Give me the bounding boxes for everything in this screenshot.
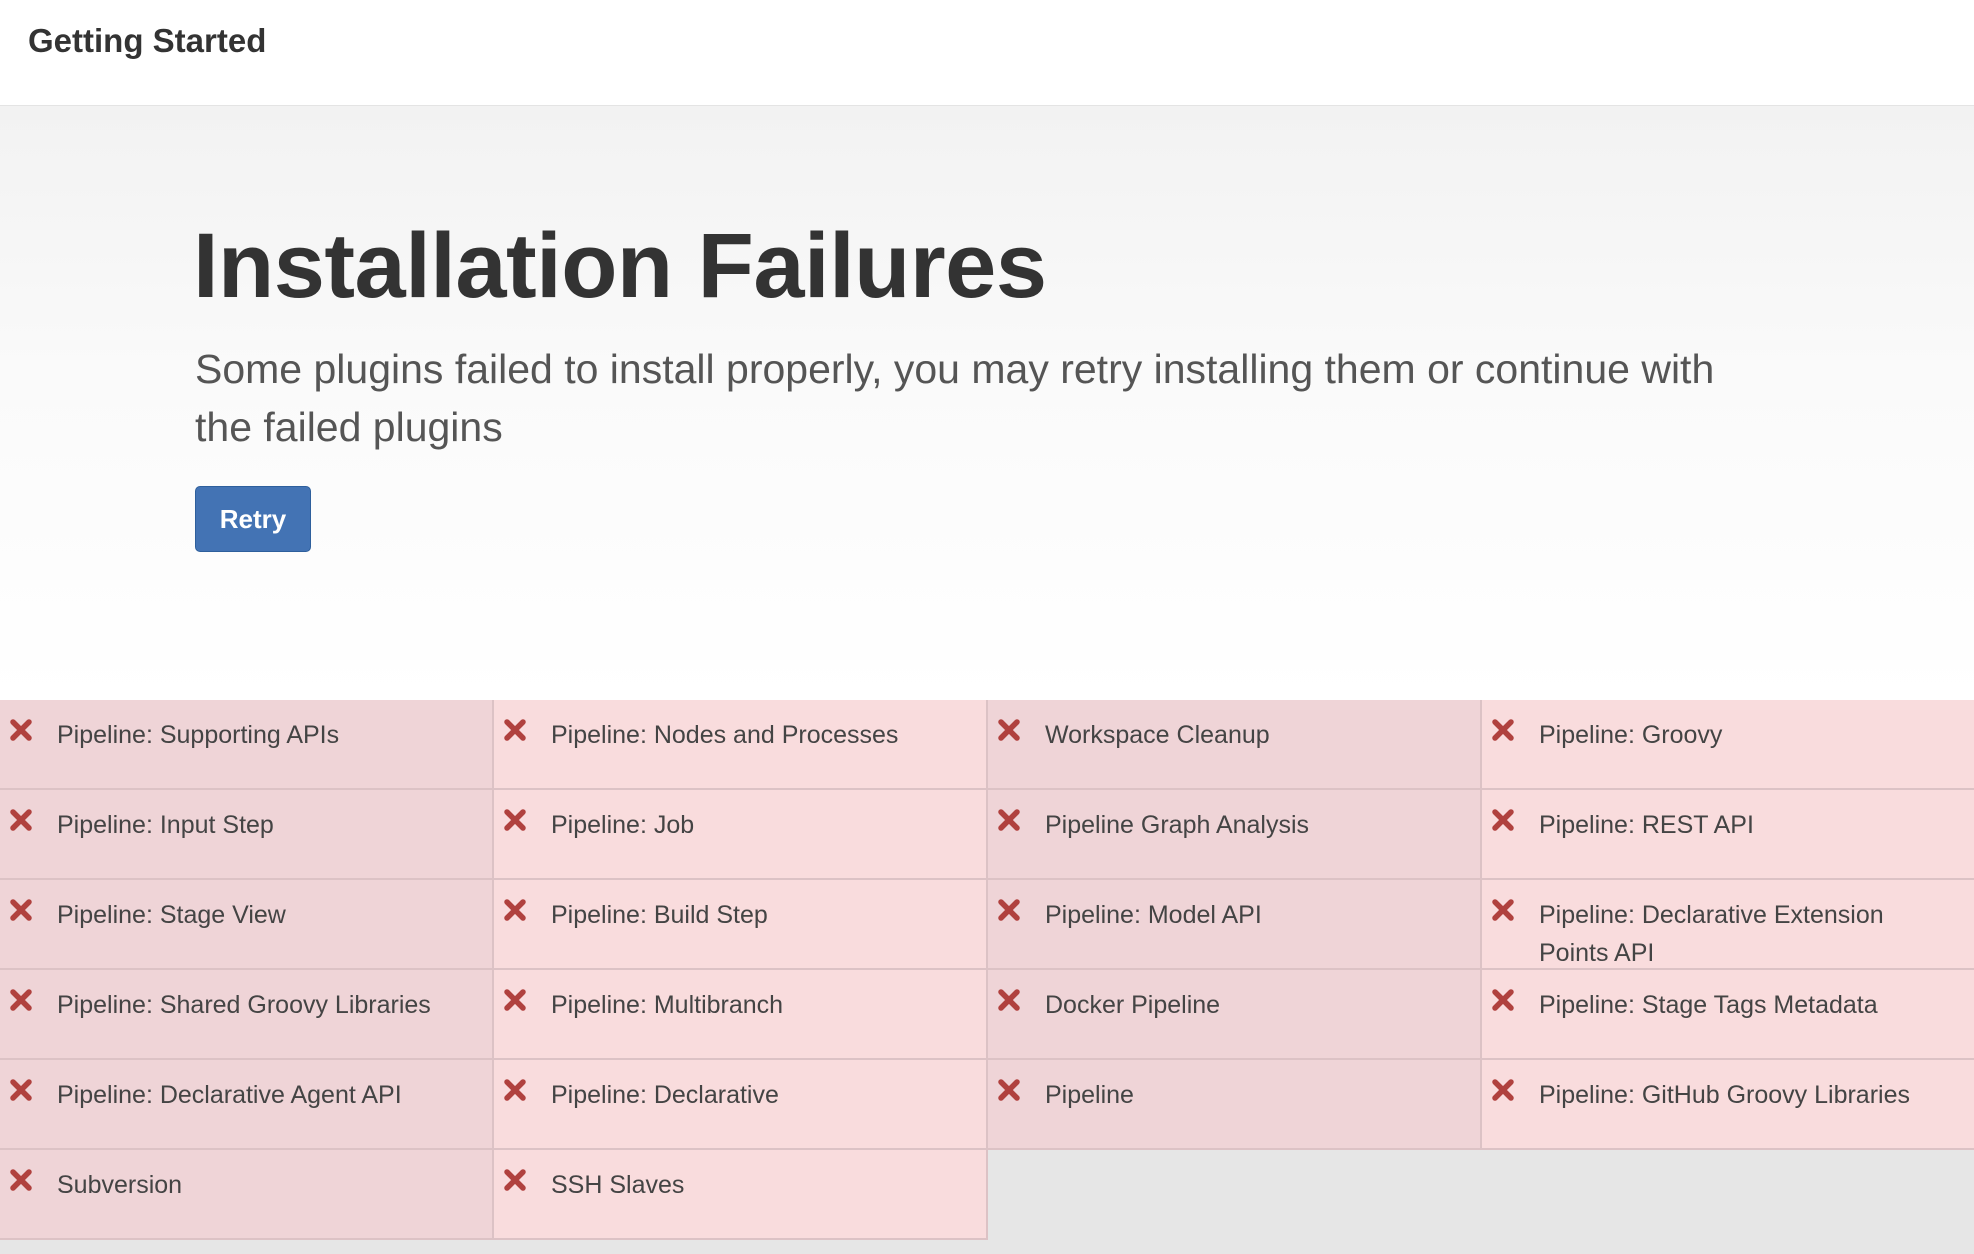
close-icon <box>8 897 34 923</box>
close-icon <box>8 1077 34 1103</box>
plugin-name: Pipeline: Stage View <box>57 901 286 929</box>
plugin-name: Pipeline: Nodes and Processes <box>551 721 899 749</box>
plugin-item: Pipeline: Declarative Extension Points A… <box>1482 880 1974 970</box>
close-icon <box>502 987 528 1013</box>
retry-button[interactable]: Retry <box>195 486 311 552</box>
installation-failures-panel: Installation Failures Some plugins faile… <box>0 106 1974 700</box>
plugin-name: Pipeline: Input Step <box>57 811 274 839</box>
header-bar: Getting Started <box>0 0 1974 106</box>
close-icon <box>1490 1077 1516 1103</box>
plugin-item: Pipeline: Job <box>494 790 988 880</box>
plugin-item: Pipeline: Stage Tags Metadata <box>1482 970 1974 1060</box>
plugin-name: Pipeline Graph Analysis <box>1045 811 1310 839</box>
plugin-name: Pipeline: Supporting APIs <box>57 721 340 749</box>
plugin-name: Pipeline: Declarative Agent API <box>57 1081 402 1109</box>
close-icon <box>502 807 528 833</box>
close-icon <box>996 807 1022 833</box>
plugin-item: Workspace Cleanup <box>988 700 1482 790</box>
close-icon <box>8 717 34 743</box>
failure-description: Some plugins failed to install properly,… <box>195 346 1715 450</box>
close-icon <box>8 987 34 1013</box>
plugin-item: Docker Pipeline <box>988 970 1482 1060</box>
close-icon <box>502 1167 528 1193</box>
plugin-item: Pipeline: Multibranch <box>494 970 988 1060</box>
close-icon <box>996 1077 1022 1103</box>
plugin-item: Pipeline: Groovy <box>1482 700 1974 790</box>
plugin-name: Pipeline: Declarative <box>551 1081 779 1109</box>
plugin-item: Pipeline: Declarative Agent API <box>0 1060 494 1150</box>
close-icon <box>8 1167 34 1193</box>
close-icon <box>996 717 1022 743</box>
plugin-name: Pipeline: Declarative Extension Points A… <box>1539 901 1884 967</box>
close-icon <box>1490 987 1516 1013</box>
page-title: Getting Started <box>28 22 267 59</box>
plugin-name: Workspace Cleanup <box>1045 721 1270 749</box>
main-heading: Installation Failures <box>193 215 1047 317</box>
plugin-name: Subversion <box>57 1171 183 1199</box>
close-icon <box>996 987 1022 1013</box>
plugin-name: Docker Pipeline <box>1045 991 1221 1019</box>
close-icon <box>502 717 528 743</box>
plugin-item: SSH Slaves <box>494 1150 988 1240</box>
close-icon <box>1490 717 1516 743</box>
plugin-name: Pipeline: Model API <box>1045 901 1262 929</box>
plugin-list: Pipeline: Supporting APIs Pipeline: Nodes… <box>0 700 1974 1254</box>
plugin-name: SSH Slaves <box>551 1171 685 1199</box>
close-icon <box>996 897 1022 923</box>
plugin-item: Pipeline: Stage View <box>0 880 494 970</box>
close-icon <box>502 1077 528 1103</box>
plugin-name: Pipeline: Shared Groovy Libraries <box>57 991 431 1019</box>
plugin-item: Pipeline: Input Step <box>0 790 494 880</box>
plugin-name: Pipeline: Multibranch <box>551 991 784 1019</box>
close-icon <box>502 897 528 923</box>
close-icon <box>1490 897 1516 923</box>
plugin-name: Pipeline <box>1045 1081 1134 1109</box>
plugin-item: Pipeline: Model API <box>988 880 1482 970</box>
plugin-name: Pipeline: Build Step <box>551 901 768 929</box>
plugin-item: Pipeline: Declarative <box>494 1060 988 1150</box>
plugin-item: Pipeline: Supporting APIs <box>0 700 494 790</box>
plugin-item: Pipeline: Shared Groovy Libraries <box>0 970 494 1060</box>
plugin-name: Pipeline: REST API <box>1539 811 1754 839</box>
plugin-item: Pipeline <box>988 1060 1482 1150</box>
plugin-name: Pipeline: Groovy <box>1539 721 1723 749</box>
plugin-item: Pipeline Graph Analysis <box>988 790 1482 880</box>
plugin-item: Subversion <box>0 1150 494 1240</box>
plugin-name: Pipeline: Stage Tags Metadata <box>1539 991 1878 1019</box>
close-icon <box>8 807 34 833</box>
plugin-name: Pipeline: Job <box>551 811 695 839</box>
plugin-item: Pipeline: GitHub Groovy Libraries <box>1482 1060 1974 1150</box>
plugin-item: Pipeline: Nodes and Processes <box>494 700 988 790</box>
plugin-name: Pipeline: GitHub Groovy Libraries <box>1539 1081 1910 1109</box>
plugin-item: Pipeline: Build Step <box>494 880 988 970</box>
plugin-item: Pipeline: REST API <box>1482 790 1974 880</box>
close-icon <box>1490 807 1516 833</box>
